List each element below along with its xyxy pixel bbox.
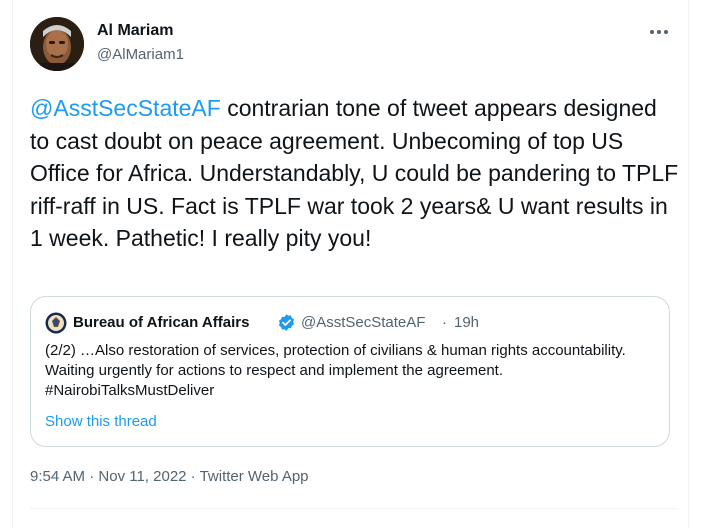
avatar[interactable] bbox=[30, 17, 84, 71]
divider bbox=[30, 508, 677, 509]
tweet-metadata: 9:54 AM · Nov 11, 2022 · Twitter Web App bbox=[30, 468, 309, 485]
quoted-avatar[interactable] bbox=[45, 312, 67, 334]
verified-badge-icon bbox=[278, 314, 295, 331]
tweet-text: @AsstSecStateAF contrarian tone of tweet… bbox=[30, 92, 680, 255]
author-handle[interactable]: @AlMariam1 bbox=[97, 46, 184, 63]
meta-separator: · bbox=[186, 468, 200, 485]
meta-separator: · bbox=[85, 468, 99, 485]
quoted-tweet[interactable]: Bureau of African Affairs @AsstSecStateA… bbox=[30, 296, 670, 447]
state-department-seal-icon bbox=[45, 312, 67, 334]
quoted-separator: · bbox=[442, 314, 447, 331]
mention-link[interactable]: @AsstSecStateAF bbox=[30, 95, 221, 121]
show-thread-link[interactable]: Show this thread bbox=[45, 413, 157, 430]
more-options-button[interactable] bbox=[648, 24, 670, 40]
verified-badge bbox=[277, 313, 296, 332]
quoted-text: (2/2) …Also restoration of services, pro… bbox=[45, 342, 626, 399]
avatar-photo bbox=[30, 17, 84, 71]
quoted-author-name[interactable]: Bureau of African Affairs bbox=[73, 314, 249, 331]
tweet-time[interactable]: 9:54 AM bbox=[30, 468, 85, 485]
quoted-timestamp[interactable]: 19h bbox=[454, 314, 479, 331]
tweet-card bbox=[12, 0, 689, 528]
more-icon bbox=[650, 30, 668, 34]
author-name[interactable]: Al Mariam bbox=[97, 22, 173, 40]
tweet-source: Twitter Web App bbox=[199, 468, 309, 485]
tweet-date[interactable]: Nov 11, 2022 bbox=[98, 468, 186, 485]
quoted-author-handle[interactable]: @AsstSecStateAF bbox=[301, 314, 425, 331]
